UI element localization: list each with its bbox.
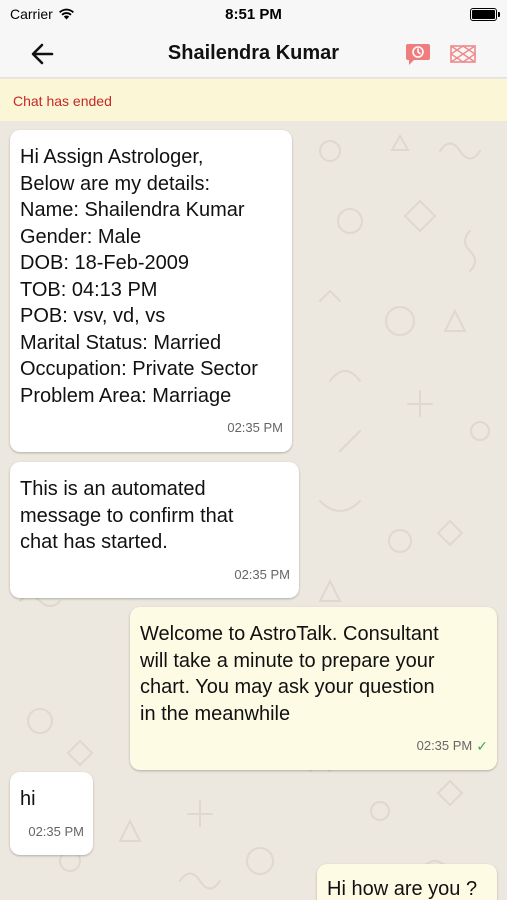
status-bar: Carrier 8:51 PM: [0, 0, 507, 30]
message-bubble-outgoing[interactable]: Welcome to AstroTalk. Consultant will ta…: [130, 607, 497, 770]
message-text: Hi Assign Astrologer, Below are my detai…: [20, 146, 258, 407]
message-time: 02:35 PM: [28, 823, 84, 839]
kundli-chart-icon: [449, 45, 477, 63]
report-button[interactable]: [404, 41, 432, 67]
message-text: Welcome to AstroTalk. Consultant will ta…: [140, 623, 439, 725]
message-text: Hi how are you ?: [327, 878, 478, 900]
check-icon: ✓: [476, 738, 488, 754]
message-bubble-outgoing[interactable]: Hi how are you ?: [317, 864, 497, 900]
kundli-chart-button[interactable]: [449, 41, 477, 67]
message-meta: 02:35 PM: [20, 415, 283, 442]
chat-header: Shailendra Kumar: [0, 30, 507, 78]
status-time: 8:51 PM: [225, 6, 282, 23]
message-bubble-incoming[interactable]: hi 02:35 PM: [10, 772, 93, 855]
chat-messages[interactable]: Hi Assign Astrologer, Below are my detai…: [0, 121, 507, 900]
message-time: 02:35 PM: [234, 566, 290, 582]
message-meta: 02:35 PM ✓: [140, 733, 488, 760]
message-bubble-incoming[interactable]: Hi Assign Astrologer, Below are my detai…: [10, 130, 292, 452]
chat-ended-label: Chat has ended: [13, 93, 112, 109]
message-time: 02:35 PM: [416, 738, 473, 753]
battery-icon: [470, 8, 500, 21]
message-meta: 02:35 PM: [20, 562, 290, 589]
chat-ended-banner: Chat has ended: [0, 79, 507, 121]
message-text: This is an automated message to confirm …: [20, 478, 234, 553]
message-time: 02:35 PM: [227, 420, 283, 435]
message-meta: 02:35 PM: [20, 819, 84, 846]
report-icon: [406, 44, 430, 65]
message-bubble-incoming[interactable]: This is an automated message to confirm …: [10, 462, 299, 598]
message-text: hi: [20, 788, 36, 810]
